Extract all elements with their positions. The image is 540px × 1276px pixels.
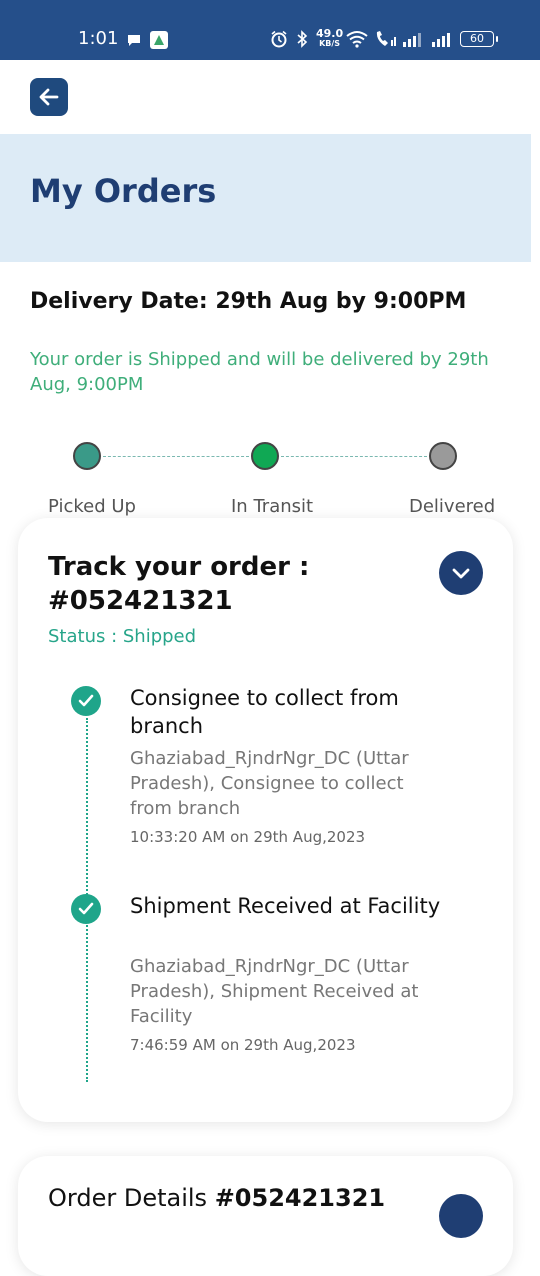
bluetooth-icon [296, 30, 308, 52]
wifi-icon [346, 30, 368, 52]
back-button[interactable] [30, 78, 68, 116]
event-title: Shipment Received at Facility [130, 894, 441, 918]
progress-dot-in-transit [251, 442, 279, 470]
page-title: My Orders [30, 172, 217, 210]
progress-connector [103, 456, 249, 457]
wifi-call-icon [374, 30, 398, 52]
signal-icon [403, 31, 425, 51]
progress-dot-delivered [429, 442, 457, 470]
alarm-icon [270, 30, 288, 52]
arrow-left-icon [39, 88, 59, 106]
progress-dot-picked-up [73, 442, 101, 470]
order-progress: Picked Up In Transit Delivered [0, 440, 540, 520]
event-time: 7:46:59 AM on 29th Aug,2023 [130, 1036, 356, 1054]
check-icon [71, 894, 101, 924]
chat-bubble-icon [126, 32, 142, 51]
progress-label-in-transit: In Transit [231, 496, 314, 517]
delivery-message: Your order is Shipped and will be delive… [30, 349, 489, 395]
battery-icon: 60 [460, 31, 498, 47]
delivery-date: Delivery Date: 29th Aug by 9:00PM [30, 289, 467, 314]
chevron-down-icon [452, 568, 470, 579]
expand-details-button[interactable] [439, 1194, 483, 1238]
order-details-number: #052421321 [214, 1184, 386, 1212]
event-title: Consignee to collect from branch [130, 686, 399, 738]
app-notification-icon [150, 31, 168, 53]
collapse-tracking-button[interactable] [439, 551, 483, 595]
event-time: 10:33:20 AM on 29th Aug,2023 [130, 828, 366, 846]
progress-connector [281, 456, 427, 457]
track-order-card: Track your order : #052421321 Status : S… [18, 518, 513, 1122]
progress-label-picked-up: Picked Up [48, 496, 136, 517]
event-description: Ghaziabad_RjndrNgr_DC (Uttar Pradesh), C… [130, 748, 409, 819]
network-speed-value: 49.0 [316, 27, 344, 40]
event-description: Ghaziabad_RjndrNgr_DC (Uttar Pradesh), S… [130, 956, 419, 1027]
app-bar [0, 60, 540, 134]
order-details-title: Order Details #052421321 [48, 1184, 385, 1212]
header-band: My Orders [0, 134, 531, 262]
status-bar: 1:01 49.0 KB/S 60 [0, 0, 540, 60]
status-time: 1:01 [78, 28, 119, 49]
order-details-card[interactable]: Order Details #052421321 [18, 1156, 513, 1276]
network-speed-unit: KB/S [319, 39, 341, 48]
progress-label-delivered: Delivered [409, 496, 496, 517]
check-icon [71, 686, 101, 716]
track-order-title: Track your order : #052421321 [48, 552, 310, 616]
signal-icon [432, 31, 454, 51]
order-status: Status : Shipped [48, 626, 197, 647]
order-details-label: Order Details [48, 1184, 208, 1212]
